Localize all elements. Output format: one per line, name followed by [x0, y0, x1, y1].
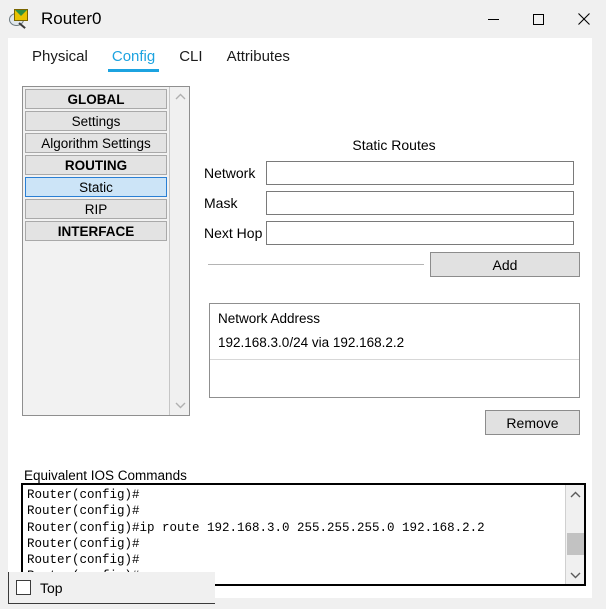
sidebar-item-label: Algorithm Settings — [41, 135, 151, 151]
tab-cli[interactable]: CLI — [167, 44, 214, 74]
window-controls — [471, 0, 606, 38]
tab-physical[interactable]: Physical — [20, 44, 100, 74]
mask-input[interactable] — [266, 191, 574, 215]
config-tree-list: GLOBAL Settings Algorithm Settings ROUTI… — [23, 87, 169, 243]
ios-line: Router(config)#ip route 192.168.3.0 255.… — [27, 520, 485, 535]
network-field-row: Network — [204, 161, 574, 185]
chevron-down-icon — [570, 566, 581, 584]
sidebar-item-rip[interactable]: RIP — [25, 199, 167, 219]
sidebar-item-global[interactable]: GLOBAL — [25, 89, 167, 109]
network-label: Network — [204, 165, 256, 181]
minimize-button[interactable] — [471, 0, 516, 38]
scroll-down-button[interactable] — [170, 395, 190, 415]
ios-scroll-thumb[interactable] — [567, 533, 584, 555]
ios-line: Router(config)# — [27, 553, 140, 568]
tab-cli-label: CLI — [179, 48, 203, 65]
ios-commands-text: Router(config)# Router(config)# Router(c… — [23, 485, 564, 584]
scroll-up-button[interactable] — [170, 87, 190, 107]
add-route-button[interactable]: Add — [430, 252, 580, 277]
sidebar-item-label: Settings — [71, 113, 121, 129]
sidebar-item-label: ROUTING — [64, 157, 128, 173]
next-hop-label: Next Hop — [204, 225, 263, 241]
router-magnifier-icon — [9, 8, 31, 30]
chevron-down-icon — [175, 396, 186, 414]
tab-active-indicator — [107, 69, 160, 72]
tab-attributes-label: Attributes — [226, 48, 290, 65]
config-tree-panel: GLOBAL Settings Algorithm Settings ROUTI… — [22, 86, 190, 416]
sidebar-item-label: INTERFACE — [57, 223, 135, 239]
ios-line: Router(config)# — [27, 488, 140, 502]
ios-commands-label: Equivalent IOS Commands — [22, 468, 189, 483]
ios-line: Router(config)# — [27, 504, 140, 519]
sidebar-item-label: RIP — [84, 201, 108, 217]
minimize-icon — [487, 13, 500, 26]
sidebar-item-algorithm-settings[interactable]: Algorithm Settings — [25, 133, 167, 153]
form-divider — [208, 264, 424, 265]
mask-field-row: Mask — [204, 191, 574, 215]
window-title: Router0 — [41, 9, 102, 28]
close-icon — [577, 12, 591, 26]
next-hop-field-row: Next Hop — [204, 221, 574, 245]
title-bar: Router0 — [0, 0, 606, 38]
tab-config-label: Config — [111, 48, 156, 65]
maximize-icon — [532, 13, 545, 26]
sidebar-item-routing[interactable]: ROUTING — [25, 155, 167, 175]
ios-scroll-down-button[interactable] — [566, 565, 584, 584]
sidebar-item-interface[interactable]: INTERFACE — [25, 221, 167, 241]
static-routes-title: Static Routes — [352, 137, 436, 153]
chevron-up-icon — [175, 88, 186, 106]
sidebar-scrollbar[interactable] — [169, 87, 189, 415]
routes-list-header: Network Address — [218, 311, 321, 326]
maximize-button[interactable] — [516, 0, 561, 38]
ios-console-scrollbar[interactable] — [565, 485, 584, 584]
ios-commands-console[interactable]: Router(config)# Router(config)# Router(c… — [21, 483, 586, 586]
sidebar-item-static[interactable]: Static — [25, 177, 167, 197]
ios-line: Router(config)# — [27, 536, 140, 551]
list-item[interactable]: 192.168.3.0/24 via 192.168.2.2 — [210, 326, 579, 360]
window-body: Physical Config CLI Attributes GLOBAL Se… — [8, 38, 592, 598]
network-input[interactable] — [266, 161, 574, 185]
close-button[interactable] — [561, 0, 606, 38]
footer-bar: Top — [8, 572, 215, 604]
ios-scroll-up-button[interactable] — [566, 485, 584, 504]
sidebar-item-label: Static — [79, 179, 113, 195]
top-checkbox[interactable] — [16, 580, 31, 595]
tab-attributes[interactable]: Attributes — [215, 44, 302, 74]
tab-config[interactable]: Config — [100, 44, 167, 74]
next-hop-input[interactable] — [266, 221, 574, 245]
sidebar-item-settings[interactable]: Settings — [25, 111, 167, 131]
router-config-window: Router0 Physical Config CLI Attributes G… — [0, 0, 606, 609]
chevron-up-icon — [570, 486, 581, 504]
sidebar-item-label: GLOBAL — [67, 91, 125, 107]
tab-physical-label: Physical — [32, 48, 88, 65]
top-checkbox-label: Top — [40, 579, 63, 596]
remove-route-button[interactable]: Remove — [485, 410, 580, 435]
routes-list-box[interactable]: Network Address 192.168.3.0/24 via 192.1… — [209, 303, 580, 398]
mask-label: Mask — [204, 195, 238, 211]
tab-bar: Physical Config CLI Attributes — [8, 44, 592, 76]
